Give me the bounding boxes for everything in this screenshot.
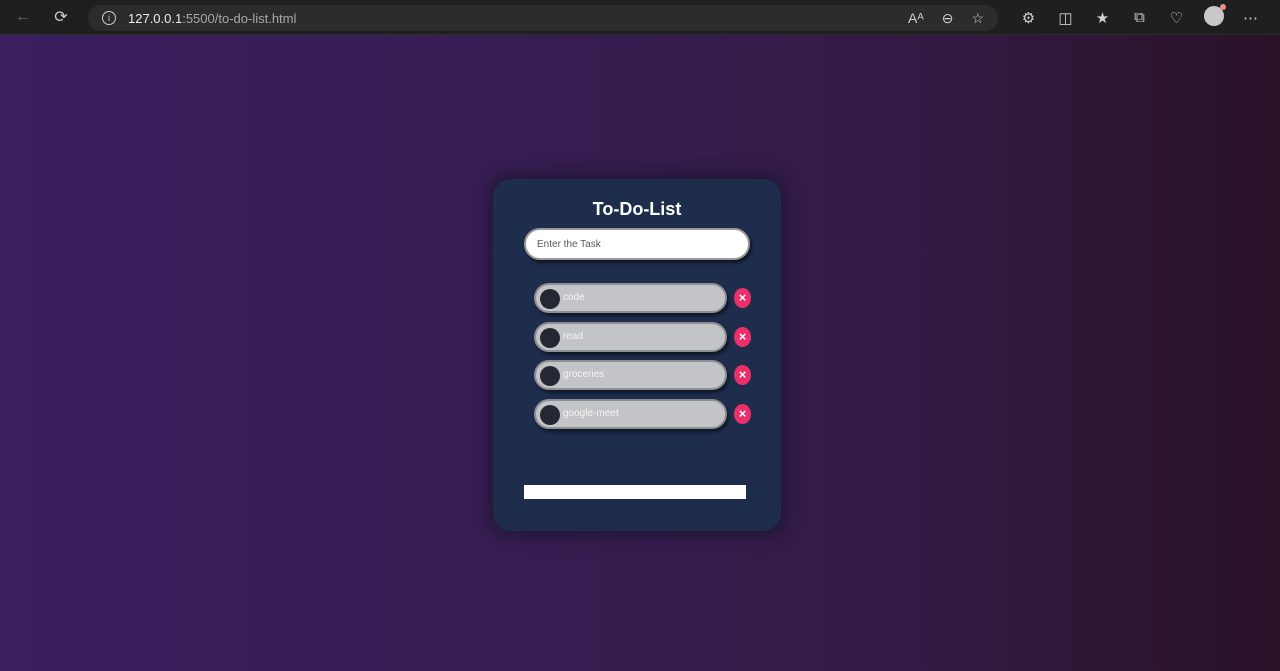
task-item: code × (534, 283, 754, 313)
page-background: To-Do-List code × read × groce (0, 35, 1280, 671)
task-label: google-meet (563, 407, 619, 419)
split-screen-icon[interactable]: ◫ (1047, 9, 1084, 27)
bottom-bar (524, 485, 746, 499)
collections-icon[interactable]: ⧉ (1121, 9, 1158, 26)
task-input[interactable] (524, 228, 750, 260)
favorite-star-icon[interactable]: ☆ (971, 10, 984, 27)
delete-task-button[interactable]: × (734, 288, 751, 308)
task-list: code × read × groceries × google-meet × (534, 283, 754, 437)
url-path: :5500/to-do-list.html (182, 10, 297, 26)
performance-icon[interactable]: ♡ (1158, 9, 1195, 27)
task-label: code (563, 292, 585, 303)
task-item: read × (534, 321, 754, 352)
task-check-circle[interactable] (540, 404, 560, 425)
url-host: 127.0.0.1 (128, 10, 183, 26)
task-check-circle[interactable] (540, 289, 560, 309)
address-bar[interactable]: i 127.0.0.1:5500/to-do-list.html Aᴬ ⊖ ☆ (88, 5, 998, 31)
task-pill[interactable]: code (534, 283, 727, 313)
task-label: read (563, 330, 584, 342)
task-pill[interactable]: groceries (534, 360, 727, 390)
task-item: groceries × (534, 360, 754, 390)
refresh-icon[interactable]: ⟳ (46, 2, 76, 32)
delete-task-button[interactable]: × (734, 403, 751, 424)
delete-task-button[interactable]: × (734, 326, 751, 347)
extensions-icon[interactable]: ⚙ (1010, 9, 1047, 27)
task-check-circle[interactable] (540, 366, 560, 386)
more-options-icon[interactable]: ⋯ (1232, 9, 1269, 27)
zoom-icon[interactable]: ⊖ (942, 10, 954, 27)
task-pill[interactable]: read (534, 321, 727, 352)
favorites-icon[interactable]: ★ (1084, 9, 1121, 27)
task-item: google-meet × (534, 398, 754, 429)
site-info-icon[interactable]: i (102, 11, 116, 25)
todo-card: To-Do-List code × read × groce (493, 179, 781, 531)
back-icon[interactable]: ← (8, 2, 38, 32)
task-label: groceries (563, 369, 605, 380)
task-check-circle[interactable] (540, 327, 560, 348)
profile-avatar[interactable] (1203, 3, 1226, 26)
browser-toolbar: ← ⟳ i 127.0.0.1:5500/to-do-list.html Aᴬ … (0, 0, 1280, 35)
task-pill[interactable]: google-meet (534, 398, 727, 429)
read-aloud-icon[interactable]: Aᴬ (908, 10, 924, 26)
app-title: To-Do-List (592, 199, 682, 219)
delete-task-button[interactable]: × (734, 365, 751, 385)
